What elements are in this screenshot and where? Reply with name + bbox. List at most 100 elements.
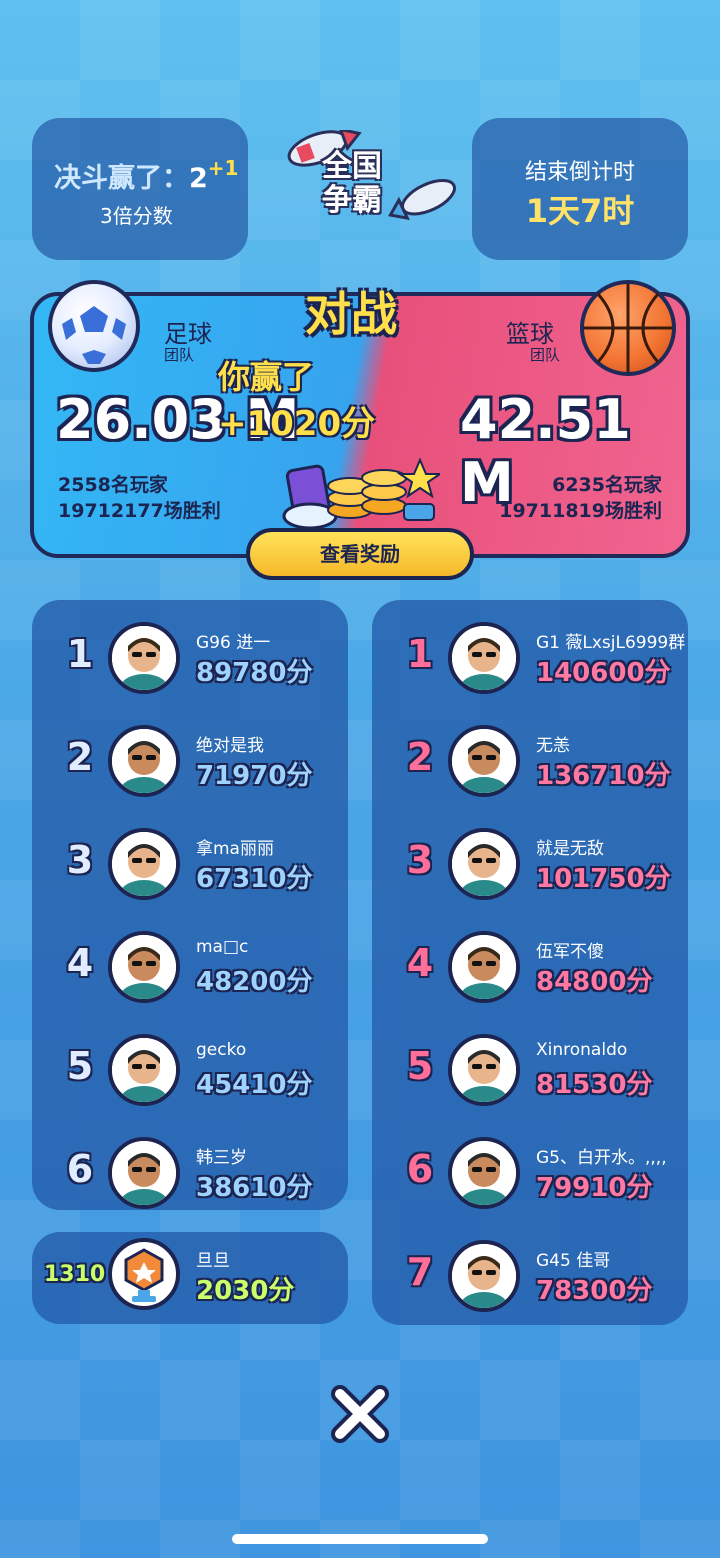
player-name: 绝对是我 bbox=[196, 736, 264, 756]
player-score: 38610分 bbox=[196, 1173, 313, 1203]
duel-wins-label: 决斗赢了： bbox=[54, 163, 189, 194]
player-score: 84800分 bbox=[536, 967, 653, 997]
close-icon[interactable] bbox=[330, 1384, 390, 1444]
left-team-players: 2558名玩家 bbox=[58, 474, 168, 496]
battle-title: 对战 bbox=[305, 287, 397, 341]
player-name: G1 薇LxsjL6999群 bbox=[536, 633, 686, 653]
player-avatar[interactable] bbox=[108, 622, 180, 694]
multiplier-text: 3倍分数 bbox=[100, 204, 173, 228]
player-avatar-icon bbox=[452, 832, 516, 896]
leaderboard-row[interactable]: 1 G96 进一 89780分 bbox=[32, 612, 348, 715]
leaderboard-row[interactable]: 2 无恙 136710分 bbox=[372, 715, 688, 818]
player-avatar-icon bbox=[452, 626, 516, 690]
duel-wins-value: 2 bbox=[189, 163, 208, 194]
player-avatar[interactable] bbox=[448, 1240, 520, 1312]
player-name: gecko bbox=[196, 1040, 247, 1060]
leaderboard-row[interactable]: 4 ma□c 48200分 bbox=[32, 921, 348, 1024]
trophy-badge-icon bbox=[124, 1248, 164, 1302]
soccer-ball-icon bbox=[48, 280, 140, 372]
player-name: G5、白开水。,,,, bbox=[536, 1148, 667, 1168]
left-team-leaderboard: 1 G96 进一 89780分 2 绝对是我 71970分 3 拿ma丽丽 67310分 4 ma□… bbox=[32, 600, 348, 1210]
player-score: 67310分 bbox=[196, 864, 313, 894]
player-score: 140600分 bbox=[536, 658, 671, 688]
player-avatar-icon bbox=[112, 729, 176, 793]
leaderboard-row[interactable]: 7 G45 佳哥 78300分 bbox=[372, 1230, 688, 1333]
player-avatar-icon bbox=[112, 935, 176, 999]
player-name: 无恙 bbox=[536, 736, 570, 756]
player-avatar[interactable] bbox=[448, 622, 520, 694]
player-avatar[interactable] bbox=[448, 725, 520, 797]
left-team-wins: 19712177场胜利 bbox=[58, 500, 221, 522]
player-name: G45 佳哥 bbox=[536, 1251, 611, 1271]
rank-number: 3 bbox=[66, 838, 94, 882]
rank-number: 3 bbox=[406, 838, 434, 882]
leaderboard-row[interactable]: 5 Xinronaldo 81530分 bbox=[372, 1024, 688, 1127]
player-avatar-icon bbox=[452, 1038, 516, 1102]
player-avatar[interactable] bbox=[448, 828, 520, 900]
points-gained-text: +1020分 bbox=[218, 404, 376, 444]
home-indicator[interactable] bbox=[232, 1534, 488, 1544]
soccer-pattern-icon bbox=[62, 306, 126, 364]
right-team-wins: 19711819场胜利 bbox=[499, 500, 662, 522]
leaderboard-row[interactable]: 6 G5、白开水。,,,, 79910分 bbox=[372, 1127, 688, 1230]
player-score: 89780分 bbox=[196, 658, 313, 688]
leaderboard-row[interactable]: 6 韩三岁 38610分 bbox=[32, 1127, 348, 1230]
event-title-line2: 争霸 bbox=[322, 183, 382, 218]
event-logo: 全国 争霸 bbox=[262, 130, 462, 240]
rank-number: 6 bbox=[406, 1147, 434, 1191]
self-rank-number: 1310 bbox=[44, 1262, 106, 1287]
player-score: 136710分 bbox=[536, 761, 671, 791]
right-team-leaderboard: 1 G1 薇LxsjL6999群 140600分 2 无恙 136710分 3 就是无敌 101… bbox=[372, 600, 688, 1325]
rank-number: 6 bbox=[66, 1147, 94, 1191]
player-avatar[interactable] bbox=[108, 828, 180, 900]
leaderboard-row[interactable]: 4 伍军不傻 84800分 bbox=[372, 921, 688, 1024]
player-avatar[interactable] bbox=[108, 725, 180, 797]
player-avatar[interactable] bbox=[108, 1137, 180, 1209]
view-rewards-button[interactable]: 查看奖励 bbox=[246, 528, 474, 580]
player-avatar[interactable] bbox=[448, 1034, 520, 1106]
left-team-stats: 2558名玩家 19712177场胜利 bbox=[58, 472, 221, 524]
player-score: 48200分 bbox=[196, 967, 313, 997]
rank-number: 4 bbox=[66, 941, 94, 985]
player-score: 71970分 bbox=[196, 761, 313, 791]
player-score: 81530分 bbox=[536, 1070, 653, 1100]
player-name: 就是无敌 bbox=[536, 839, 604, 859]
player-score: 45410分 bbox=[196, 1070, 313, 1100]
leaderboard-row[interactable]: 2 绝对是我 71970分 bbox=[32, 715, 348, 818]
duel-wins-text: 决斗赢了：2+1 bbox=[54, 156, 238, 195]
player-avatar[interactable] bbox=[448, 931, 520, 1003]
self-rank-row[interactable]: 1310 旦旦 2030分 bbox=[32, 1232, 348, 1324]
rank-number: 5 bbox=[406, 1044, 434, 1088]
duel-wins-panel: 决斗赢了：2+1 3倍分数 bbox=[32, 118, 248, 260]
player-avatar-icon bbox=[112, 1141, 176, 1205]
event-title-line1: 全国 bbox=[322, 149, 382, 184]
player-name: Xinronaldo bbox=[536, 1040, 628, 1060]
rank-number: 1 bbox=[66, 632, 94, 676]
duel-wins-bonus: +1 bbox=[207, 156, 239, 180]
player-avatar[interactable] bbox=[108, 1034, 180, 1106]
player-name: G96 进一 bbox=[196, 633, 271, 653]
player-avatar-icon bbox=[112, 832, 176, 896]
player-avatar[interactable] bbox=[448, 1137, 520, 1209]
leaderboard-row[interactable]: 5 gecko 45410分 bbox=[32, 1024, 348, 1127]
player-avatar-icon bbox=[452, 1244, 516, 1308]
event-title: 全国 争霸 bbox=[322, 150, 382, 218]
player-avatar-icon bbox=[452, 1141, 516, 1205]
right-team-stats: 6235名玩家 19711819场胜利 bbox=[499, 472, 662, 524]
countdown-label: 结束倒计时 bbox=[524, 160, 635, 185]
left-team-sub: 团队 bbox=[164, 346, 195, 364]
player-name: 拿ma丽丽 bbox=[196, 839, 274, 859]
leaderboard-row[interactable]: 3 拿ma丽丽 67310分 bbox=[32, 818, 348, 921]
player-name: ma□c bbox=[196, 937, 249, 957]
player-score: 101750分 bbox=[536, 864, 671, 894]
countdown-value: 1天7时 bbox=[525, 192, 635, 230]
leaderboard-row[interactable]: 3 就是无敌 101750分 bbox=[372, 818, 688, 921]
leaderboard-row[interactable]: 1 G1 薇LxsjL6999群 140600分 bbox=[372, 612, 688, 715]
rank-number: 2 bbox=[66, 735, 94, 779]
self-score: 2030分 bbox=[196, 1276, 295, 1306]
self-avatar[interactable] bbox=[108, 1238, 180, 1310]
rank-number: 5 bbox=[66, 1044, 94, 1088]
countdown-panel: 结束倒计时 1天7时 bbox=[472, 118, 688, 260]
win-result-text: 你赢了 bbox=[218, 358, 315, 396]
player-avatar[interactable] bbox=[108, 931, 180, 1003]
